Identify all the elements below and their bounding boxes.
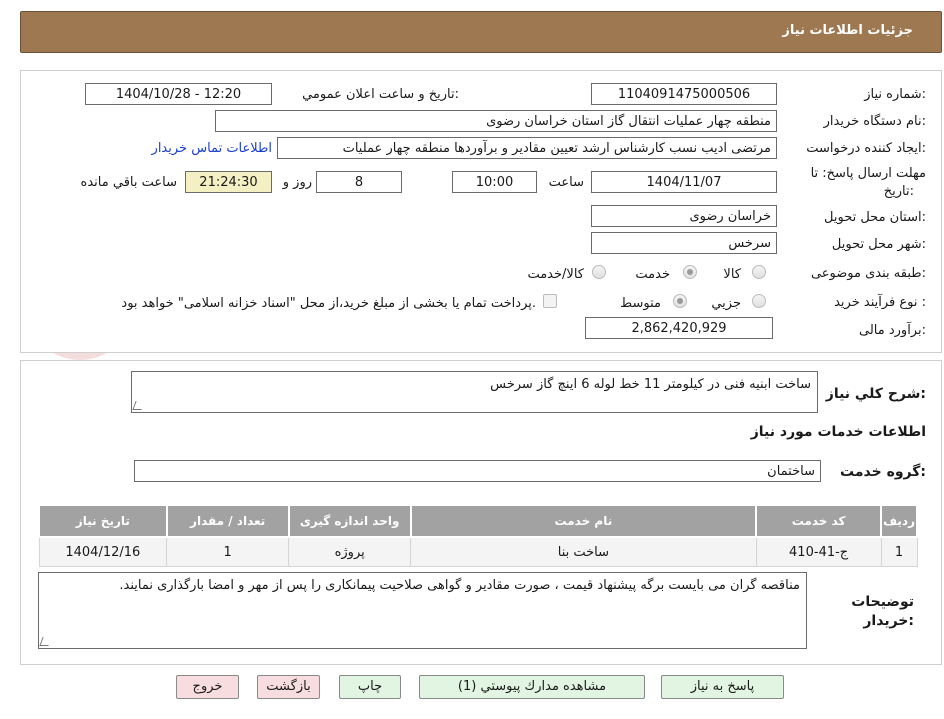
buyer-notes-label: توضيحات	[851, 594, 914, 610]
col-unit: واحد اندازه گيری	[287, 504, 412, 538]
city-label: شهر محل تحويل:	[831, 237, 926, 252]
cell-service-name: ساخت بنا	[410, 536, 757, 567]
buyer-org-field: منطقه چهار عمليات انتقال گاز استان خراسا…	[215, 110, 777, 132]
requester-field: مرتضی ادیب نسب کارشناس ارشد تعيين مقادير…	[277, 137, 777, 159]
category-service-radio[interactable]	[683, 265, 697, 279]
buyer-notes-label-2: خريدار:	[863, 613, 914, 629]
back-button[interactable]: بازگشت	[257, 675, 320, 699]
budget-label: برآورد مالی:	[859, 323, 926, 338]
buyer-org-label: نام دستگاه خريدار:	[823, 114, 926, 129]
reply-button[interactable]: پاسخ به نياز	[661, 675, 784, 699]
page-title: جزئيات اطلاعات نياز	[782, 23, 913, 38]
cell-service-code: ج-41-410	[755, 536, 882, 567]
cell-need-date: 1404/12/16	[38, 536, 168, 567]
services-table: رديف كد خدمت نام خدمت واحد اندازه گيری ت…	[38, 504, 918, 567]
deadline-date-field: 1404/11/07	[591, 171, 777, 193]
table-row: 1 ج-41-410 ساخت بنا پروژه 1 1404/12/16	[38, 536, 918, 567]
category-label: طبقه بندی موضوعی:	[810, 266, 926, 281]
deadline-label: مهلت ارسال پاسخ: تا	[810, 166, 926, 181]
col-service-name: نام خدمت	[409, 504, 758, 538]
cell-row-number: 1	[880, 536, 918, 567]
remaining-days-field: 8	[316, 171, 402, 193]
cell-unit: پروژه	[288, 536, 412, 567]
col-service-code: كد خدمت	[755, 504, 883, 538]
category-goods-radio[interactable]	[752, 265, 766, 279]
col-need-date: تاريخ نياز	[38, 504, 168, 538]
deadline-label-date: تاريخ:	[883, 184, 914, 199]
process-minor-radio[interactable]	[752, 294, 766, 308]
cell-quantity: 1	[166, 536, 290, 567]
process-medium-label: متوسط	[620, 296, 661, 311]
table-header-row: رديف كد خدمت نام خدمت واحد اندازه گيری ت…	[38, 504, 918, 538]
process-minor-label: جزيي	[711, 296, 741, 311]
resize-grip-icon[interactable]	[39, 637, 52, 646]
days-label: روز و	[282, 175, 312, 190]
need-number-label: شماره نياز:	[864, 87, 926, 102]
process-medium-radio[interactable]	[673, 294, 687, 308]
service-group-field: ساختمان	[134, 460, 821, 482]
col-quantity: تعداد / مقدار	[165, 504, 290, 538]
treasury-payment-note: پرداخت تمام يا بخشی از مبلغ خريد،از محل …	[121, 296, 536, 311]
services-section-title: اطلاعات خدمات مورد نياز	[750, 424, 926, 440]
city-field: سرخس	[591, 232, 777, 254]
budget-field: 2,862,420,929	[585, 317, 773, 339]
service-group-label: گروه خدمت:	[840, 464, 926, 480]
category-service-label: خدمت	[635, 267, 670, 282]
exit-button[interactable]: خروج	[176, 675, 239, 699]
page-header: جزئيات اطلاعات نياز	[20, 11, 942, 53]
view-attachments-button[interactable]: مشاهده مدارك پيوستي (1)	[419, 675, 645, 699]
deadline-time-label: ساعت	[548, 175, 584, 190]
print-button[interactable]: چاپ	[339, 675, 401, 699]
announce-datetime-field: 1404/10/28 - 12:20	[85, 83, 272, 105]
resize-grip-icon[interactable]	[132, 401, 145, 410]
buyer-notes-textarea[interactable]: مناقصه گران می بایست برگه پیشنهاد قیمت ،…	[38, 572, 807, 649]
requester-label: ايجاد كننده درخواست:	[806, 141, 926, 156]
category-goods-service-label: كالا/خدمت	[527, 267, 584, 282]
process-type-label: نوع فرآيند خريد :	[834, 295, 926, 310]
description-text: ساخت ابنیه فنی در کیلومتر 11 خط لوله 6 ا…	[490, 377, 811, 392]
description-label: شرح كلي نياز:	[825, 386, 926, 402]
province-field: خراسان رضوی	[591, 205, 777, 227]
buyer-contact-link[interactable]: اطلاعات تماس خريدار	[152, 141, 272, 156]
description-textarea[interactable]: ساخت ابنیه فنی در کیلومتر 11 خط لوله 6 ا…	[131, 371, 818, 413]
category-goods-service-radio[interactable]	[592, 265, 606, 279]
need-number-field: 1104091475000506	[591, 83, 777, 105]
remaining-time-label: ساعت باقي مانده	[80, 175, 177, 190]
province-label: استان محل تحويل:	[824, 210, 926, 225]
category-goods-label: كالا	[723, 267, 741, 282]
buyer-notes-text: مناقصه گران می بایست برگه پیشنهاد قیمت ،…	[119, 578, 800, 593]
col-row-number: رديف	[880, 504, 918, 538]
treasury-payment-checkbox[interactable]	[543, 294, 557, 308]
remaining-time-field: 21:24:30	[185, 171, 272, 193]
deadline-time-field: 10:00	[452, 171, 537, 193]
announce-datetime-label: تاريخ و ساعت اعلان عمومي:	[302, 87, 459, 102]
